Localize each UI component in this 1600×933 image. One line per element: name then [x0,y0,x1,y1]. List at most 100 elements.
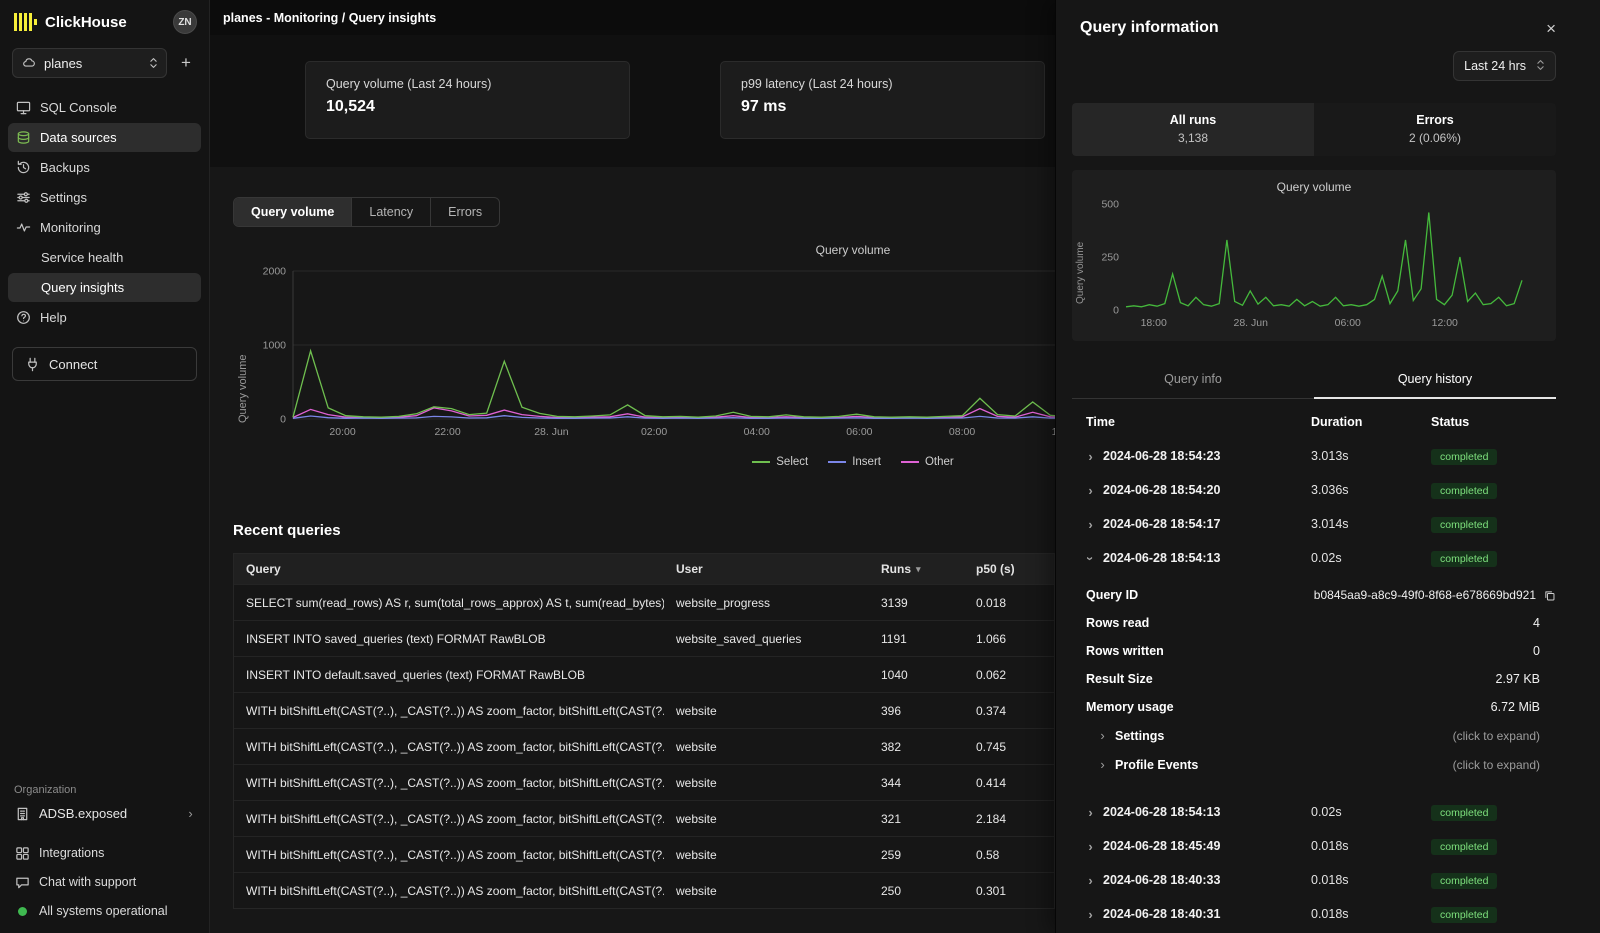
expandable-row[interactable]: ›Settings(click to expand) [1072,721,1556,750]
tab-all-runs[interactable]: All runs 3,138 [1072,103,1314,156]
tab-errors[interactable]: Errors [431,198,499,226]
sidebar-item-integrations[interactable]: Integrations [14,845,195,861]
chart-ylabel: Query volume [237,273,249,423]
detail-value-text: b0845aa9-a8c9-49f0-8f68-e678669bd921 [1314,588,1536,602]
column-p50[interactable]: p50 (s) [964,562,1054,576]
stat-value: 97 ms [741,98,1024,116]
table-row[interactable]: SELECT sum(read_rows) AS r, sum(total_ro… [234,584,1054,620]
history-time: 2024-06-28 18:54:23 [1103,449,1220,463]
chevron-right-icon[interactable]: › [1086,517,1095,532]
runs-cell: 3139 [869,596,964,610]
runs-cell: 382 [869,740,964,754]
tab-query-volume[interactable]: Query volume [234,198,352,226]
history-time: 2024-06-28 18:40:33 [1103,873,1220,887]
sidebar-item-label: Settings [40,190,87,205]
close-icon[interactable]: × [1546,20,1556,37]
history-row[interactable]: ›2024-06-28 18:54:233.013scompleted [1072,439,1556,473]
sidebar-item-help[interactable]: Help [8,303,201,332]
sidebar-item-monitoring[interactable]: Monitoring [8,213,201,242]
sidebar-item-sql-console[interactable]: SQL Console [8,93,201,122]
connect-button[interactable]: Connect [12,347,197,381]
history-row[interactable]: ›2024-06-28 18:54:130.02scompleted [1072,795,1556,829]
organization-switcher[interactable]: ADSB.exposed › [14,805,195,821]
tab-query-info[interactable]: Query info [1072,363,1314,398]
chevron-right-icon: › [1098,728,1107,743]
sidebar-spacer [0,381,209,784]
legend-item: Other [901,456,954,468]
svg-text:1000: 1000 [263,340,287,352]
user-cell: website [664,704,869,718]
time-range-value: Last 24 hrs [1464,59,1526,73]
table-row[interactable]: WITH bitShiftLeft(CAST(?..), _CAST(?..))… [234,836,1054,872]
chevron-right-icon: › [186,806,195,821]
tab-latency[interactable]: Latency [352,198,431,226]
add-service-button[interactable]: + [175,53,197,73]
table-row[interactable]: WITH bitShiftLeft(CAST(?..), _CAST(?..))… [234,728,1054,764]
panel-toolbar: Last 24 hrs [1056,43,1600,81]
sidebar-item-service-health[interactable]: Service health [8,243,201,272]
sidebar-item-query-insights[interactable]: Query insights [8,273,201,302]
tab-query-history[interactable]: Query history [1314,363,1556,399]
column-query[interactable]: Query [234,562,664,576]
chevron-right-icon[interactable]: › [1086,907,1095,922]
table-row[interactable]: WITH bitShiftLeft(CAST(?..), _CAST(?..))… [234,764,1054,800]
history-row[interactable]: ›2024-06-28 18:54:203.036scompleted [1072,473,1556,507]
history-duration: 3.013s [1311,449,1431,463]
sidebar-item-label: Query insights [41,280,124,295]
column-runs[interactable]: Runs ▾ [869,562,964,576]
query-cell: WITH bitShiftLeft(CAST(?..), _CAST(?..))… [234,740,664,754]
detail-value: 6.72 MiB [1491,700,1540,714]
chevron-down-icon[interactable]: › [1083,554,1098,563]
sidebar-item-backups[interactable]: Backups [8,153,201,182]
history-row[interactable]: ›2024-06-28 18:54:130.02scompleted [1072,541,1556,575]
table-row[interactable]: INSERT INTO default.saved_queries (text)… [234,656,1054,692]
detail-value-text: 0 [1533,644,1540,658]
sidebar-nav: SQL Console Data sources Backups Setting… [0,92,209,333]
table-row[interactable]: WITH bitShiftLeft(CAST(?..), _CAST(?..))… [234,800,1054,836]
recent-queries-table: Query User Runs ▾ p50 (s) SELECT sum(rea… [233,553,1055,909]
history-time: 2024-06-28 18:54:17 [1103,517,1220,531]
connect-label: Connect [49,357,97,372]
p50-cell: 0.414 [964,776,1054,790]
column-status: Status [1431,415,1556,429]
svg-text:28. Jun: 28. Jun [534,426,569,438]
chevron-right-icon[interactable]: › [1086,839,1095,854]
sidebar-item-settings[interactable]: Settings [8,183,201,212]
tab-errors-runs[interactable]: Errors 2 (0.06%) [1314,103,1556,156]
detail-row: Result Size2.97 KB [1072,665,1556,693]
legend-swatch-icon [828,461,846,463]
table-row[interactable]: INSERT INTO saved_queries (text) FORMAT … [234,620,1054,656]
table-row[interactable]: WITH bitShiftLeft(CAST(?..), _CAST(?..))… [234,872,1054,908]
sidebar-item-chat-support[interactable]: Chat with support [14,874,195,890]
detail-value: 2.97 KB [1496,672,1540,686]
svg-text:02:00: 02:00 [641,426,667,438]
footer-item-label: Integrations [39,846,104,860]
help-icon [15,310,31,326]
chevron-right-icon[interactable]: › [1086,873,1095,888]
history-row[interactable]: ›2024-06-28 18:45:490.018scompleted [1072,829,1556,863]
sidebar-item-data-sources[interactable]: Data sources [8,123,201,152]
copy-icon[interactable] [1543,589,1556,602]
system-status[interactable]: All systems operational [14,903,195,919]
time-range-dropdown[interactable]: Last 24 hrs [1453,51,1556,81]
history-row[interactable]: ›2024-06-28 18:54:173.014scompleted [1072,507,1556,541]
service-selector[interactable]: planes [12,48,167,78]
avatar[interactable]: ZN [173,10,197,34]
chevron-right-icon[interactable]: › [1086,449,1095,464]
history-duration: 0.02s [1311,551,1431,565]
table-header: Query User Runs ▾ p50 (s) [234,554,1054,584]
history-row[interactable]: ›2024-06-28 18:40:310.018scompleted [1072,897,1556,931]
history-row[interactable]: ›2024-06-28 18:40:330.018scompleted [1072,863,1556,897]
column-user[interactable]: User [664,562,869,576]
sidebar-footer: Integrations Chat with support All syste… [0,845,209,919]
user-cell: website_progress [664,596,869,610]
sidebar-item-label: SQL Console [40,100,117,115]
table-row[interactable]: WITH bitShiftLeft(CAST(?..), _CAST(?..))… [234,692,1054,728]
history-time: 2024-06-28 18:45:49 [1103,839,1220,853]
svg-text:06:00: 06:00 [846,426,872,438]
chevron-right-icon[interactable]: › [1086,805,1095,820]
updown-chevrons-icon [149,56,158,70]
panel-title: Query information [1080,19,1219,37]
chevron-right-icon[interactable]: › [1086,483,1095,498]
expandable-row[interactable]: ›Profile Events(click to expand) [1072,750,1556,779]
